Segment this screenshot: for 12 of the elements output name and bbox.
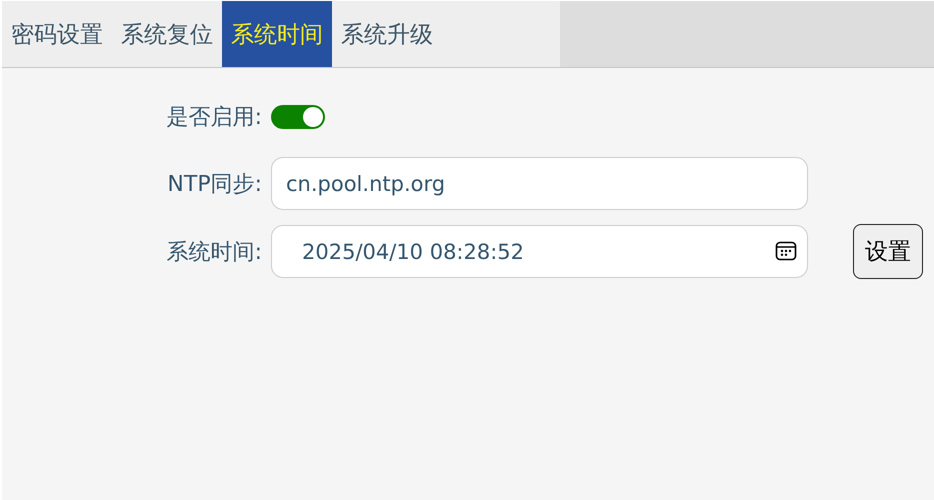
tab[interactable]: 系统时间 [222,1,332,67]
toggle-switch[interactable] [271,104,325,128]
field-label: NTP同步: [167,170,262,198]
field-label: 系统时间: [166,238,262,266]
set-button[interactable]: 设置 [853,224,923,279]
tab[interactable]: 系统升级 [332,1,442,67]
input-field[interactable]: cn.pool.ntp.org [271,157,808,210]
tab[interactable]: 密码设置 [2,1,112,67]
datetime-field[interactable]: 2025/04/10 08:28:52 [271,225,808,278]
tab[interactable]: 系统复位 [112,1,222,67]
field-label: 是否启用: [166,104,262,132]
calendar-icon[interactable] [775,240,797,262]
